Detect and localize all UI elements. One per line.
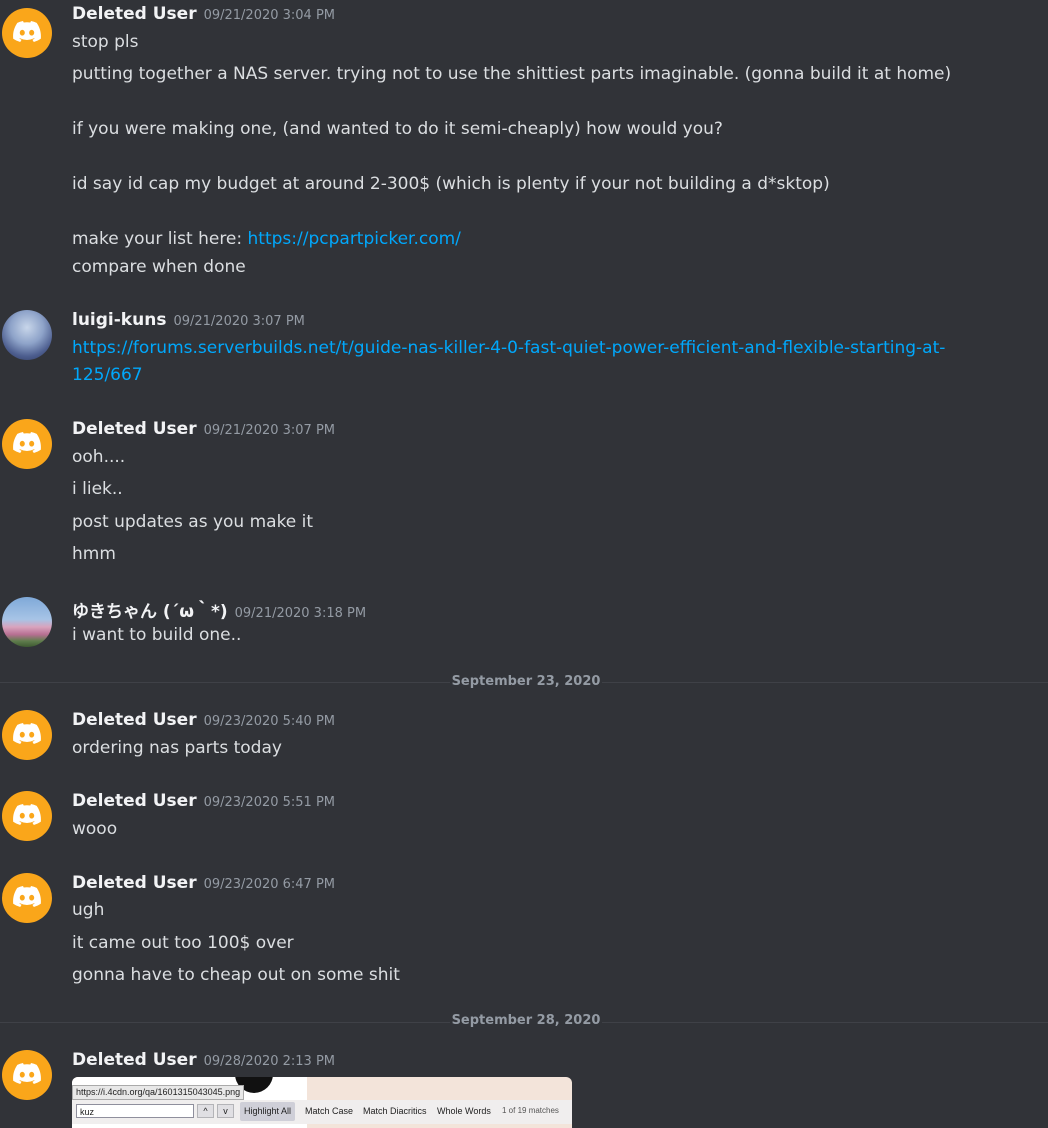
image-url-tooltip: https://i.4cdn.org/qa/1601315043045.png	[72, 1085, 245, 1100]
message-link: 125/667	[72, 365, 143, 385]
message-header: Deleted User 09/23/2020 5:51 PM	[72, 791, 335, 811]
message-link: https://forums.serverbuilds.net/t/guide-…	[72, 338, 945, 358]
avatar[interactable]	[2, 597, 52, 647]
username[interactable]: ゆきちゃん (´ω｀*)	[72, 602, 228, 622]
discord-logo-icon	[13, 804, 41, 825]
message-text: putting together a NAS server. trying no…	[72, 64, 952, 84]
avatar[interactable]	[2, 419, 52, 469]
message-text: id say id cap my budget at around 2-300$…	[72, 174, 830, 194]
find-next-button[interactable]: v	[217, 1104, 234, 1118]
username[interactable]: Deleted User	[72, 4, 197, 24]
message-header: Deleted User 09/21/2020 3:04 PM	[72, 4, 335, 24]
forum-link-continued[interactable]: 125/667	[72, 365, 143, 385]
avatar[interactable]	[2, 310, 52, 360]
avatar[interactable]	[2, 1050, 52, 1100]
username[interactable]: Deleted User	[72, 1050, 197, 1070]
message-header: Deleted User 09/23/2020 6:47 PM	[72, 873, 335, 893]
message-header: ゆきちゃん (´ω｀*) 09/21/2020 3:18 PM	[72, 597, 366, 622]
username[interactable]: Deleted User	[72, 791, 197, 811]
message-header: luigi-kuns 09/21/2020 3:07 PM	[72, 310, 305, 330]
message-text: i want to build one..	[72, 625, 242, 645]
timestamp[interactable]: 09/21/2020 3:07 PM	[204, 423, 335, 438]
discord-logo-icon	[13, 432, 41, 453]
username[interactable]: luigi-kuns	[72, 310, 166, 330]
match-diacritics-toggle[interactable]: Match Diacritics	[359, 1102, 431, 1121]
message-header: Deleted User 09/23/2020 5:40 PM	[72, 710, 335, 730]
match-case-toggle[interactable]: Match Case	[301, 1102, 357, 1121]
timestamp[interactable]: 09/23/2020 5:40 PM	[204, 714, 335, 729]
username[interactable]: Deleted User	[72, 419, 197, 439]
timestamp[interactable]: 09/23/2020 6:47 PM	[204, 877, 335, 892]
chat-messages: Deleted User 09/21/2020 3:04 PM stop pls …	[0, 0, 1048, 1128]
message-text: gonna have to cheap out on some shit	[72, 965, 400, 985]
message-text: wooo	[72, 819, 118, 839]
discord-logo-icon	[13, 886, 41, 907]
message-text: ordering nas parts today	[72, 738, 282, 758]
find-input[interactable]: kuz	[76, 1104, 194, 1118]
find-bar: kuz ^ v Highlight All Match Case Match D…	[72, 1100, 572, 1124]
forum-link[interactable]: https://forums.serverbuilds.net/t/guide-…	[72, 338, 945, 358]
message-text: hmm	[72, 544, 116, 564]
timestamp[interactable]: 09/21/2020 3:04 PM	[204, 8, 335, 23]
message-text: if you were making one, (and wanted to d…	[72, 119, 723, 139]
timestamp[interactable]: 09/21/2020 3:07 PM	[173, 314, 304, 329]
pcpartpicker-link[interactable]: https://pcpartpicker.com/	[248, 229, 461, 249]
message-text: post updates as you make it	[72, 512, 314, 532]
message-text: ugh	[72, 900, 105, 920]
avatar[interactable]	[2, 873, 52, 923]
avatar[interactable]	[2, 8, 52, 58]
message-text: compare when done	[72, 257, 246, 277]
highlight-all-toggle[interactable]: Highlight All	[240, 1102, 296, 1121]
message-text: it came out too 100$ over	[72, 933, 294, 953]
timestamp[interactable]: 09/21/2020 3:18 PM	[235, 606, 366, 621]
message-text: stop pls	[72, 32, 139, 52]
date-divider-label: September 28, 2020	[450, 1013, 602, 1028]
discord-logo-icon	[13, 1063, 41, 1084]
timestamp[interactable]: 09/23/2020 5:51 PM	[204, 795, 335, 810]
avatar[interactable]	[2, 710, 52, 760]
message-header: Deleted User 09/21/2020 3:07 PM	[72, 419, 335, 439]
username[interactable]: Deleted User	[72, 710, 197, 730]
message-text: make your list here: https://pcpartpicke…	[72, 229, 461, 249]
discord-logo-icon	[13, 21, 41, 42]
whole-words-toggle[interactable]: Whole Words	[433, 1102, 495, 1121]
message-text: i liek..	[72, 479, 123, 499]
date-divider-label: September 23, 2020	[450, 674, 602, 689]
link-prefix: make your list here:	[72, 229, 248, 249]
avatar[interactable]	[2, 791, 52, 841]
timestamp[interactable]: 09/28/2020 2:13 PM	[204, 1054, 335, 1069]
message-header: Deleted User 09/28/2020 2:13 PM	[72, 1050, 335, 1070]
message-text: ooh....	[72, 447, 126, 467]
find-match-count: 1 of 19 matches	[502, 1106, 559, 1115]
find-previous-button[interactable]: ^	[197, 1104, 214, 1118]
username[interactable]: Deleted User	[72, 873, 197, 893]
discord-logo-icon	[13, 723, 41, 744]
